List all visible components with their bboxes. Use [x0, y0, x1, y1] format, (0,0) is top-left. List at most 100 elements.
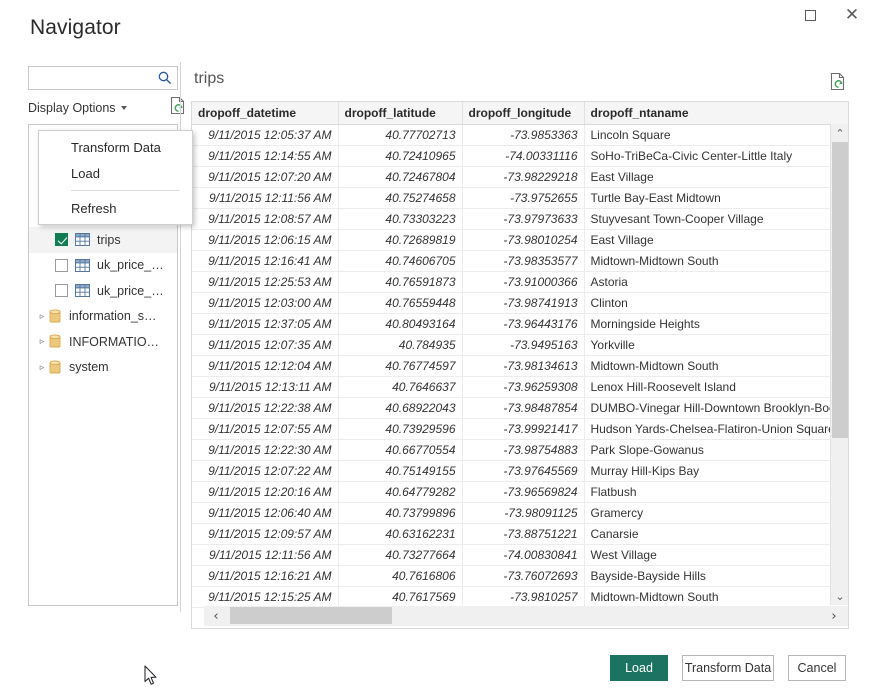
grid-vertical-scrollbar[interactable]: ⌃ ⌄ [830, 124, 848, 605]
preview-grid[interactable]: dropoff_datetime dropoff_latitude dropof… [191, 101, 849, 629]
table-row[interactable]: 9/11/2015 12:11:56 AM40.73277664-74.0083… [192, 545, 849, 566]
cell-dropoff-datetime: 9/11/2015 12:11:56 AM [192, 188, 338, 209]
table-row[interactable]: 9/11/2015 12:09:57 AM40.63162231-73.8875… [192, 524, 849, 545]
cell-dropoff-datetime: 9/11/2015 12:07:55 AM [192, 419, 338, 440]
scroll-up-icon[interactable]: ⌃ [831, 124, 849, 142]
cell-dropoff-datetime: 9/11/2015 12:07:35 AM [192, 335, 338, 356]
cell-dropoff-datetime: 9/11/2015 12:06:15 AM [192, 230, 338, 251]
tree-row[interactable]: uk_price_… [29, 253, 177, 279]
table-row[interactable]: 9/11/2015 12:12:04 AM40.76774597-73.9813… [192, 356, 849, 377]
refresh-preview-button[interactable] [169, 96, 187, 118]
table-header-row: dropoff_datetime dropoff_latitude dropof… [192, 102, 849, 125]
scroll-down-icon[interactable]: ⌄ [831, 587, 849, 605]
tree-row[interactable]: uk_price_… [29, 278, 177, 304]
refresh-preview-button[interactable] [829, 72, 847, 92]
expand-triangle-icon[interactable]: ▹ [35, 336, 49, 347]
table-row[interactable]: 9/11/2015 12:07:22 AM40.75149155-73.9764… [192, 461, 849, 482]
cell-dropoff-ntaname: Park Slope-Gowanus [584, 440, 849, 461]
table-row[interactable]: 9/11/2015 12:22:30 AM40.66770554-73.9875… [192, 440, 849, 461]
cell-dropoff-latitude: 40.72410965 [338, 146, 462, 167]
table-row[interactable]: 9/11/2015 12:14:55 AM40.72410965-74.0033… [192, 146, 849, 167]
grid-horizontal-scrollbar[interactable]: ‹ › [204, 606, 848, 626]
column-header-dropoff-latitude[interactable]: dropoff_latitude [338, 102, 462, 125]
cell-dropoff-datetime: 9/11/2015 12:25:53 AM [192, 272, 338, 293]
table-row[interactable]: 9/11/2015 12:15:25 AM40.7617569-73.98102… [192, 587, 849, 608]
column-header-dropoff-ntaname[interactable]: dropoff_ntaname [584, 102, 849, 125]
expand-triangle-icon[interactable]: ▹ [35, 311, 49, 322]
cell-dropoff-ntaname: West Village [584, 545, 849, 566]
table-row[interactable]: 9/11/2015 12:06:15 AM40.72689819-73.9801… [192, 230, 849, 251]
scroll-left-icon[interactable]: ‹ [206, 606, 226, 626]
table-row[interactable]: 9/11/2015 12:07:35 AM40.784935-73.949516… [192, 335, 849, 356]
cell-dropoff-longitude: -73.9495163 [462, 335, 584, 356]
cell-dropoff-longitude: -73.98754883 [462, 440, 584, 461]
table-row[interactable]: 9/11/2015 12:03:00 AM40.76559448-73.9874… [192, 293, 849, 314]
table-row[interactable]: 9/11/2015 12:11:56 AM40.75274658-73.9752… [192, 188, 849, 209]
context-menu-item-refresh[interactable]: Refresh [39, 195, 192, 221]
context-menu-item-load[interactable]: Load [39, 160, 192, 186]
database-icon [49, 334, 61, 349]
table-row[interactable]: 9/11/2015 12:06:40 AM40.73799896-73.9809… [192, 503, 849, 524]
cell-dropoff-longitude: -73.98134613 [462, 356, 584, 377]
table-row[interactable]: 9/11/2015 12:07:55 AM40.73929596-73.9992… [192, 419, 849, 440]
close-icon: ✕ [845, 7, 859, 24]
cell-dropoff-ntaname: Midtown-Midtown South [584, 356, 849, 377]
tree-row-checkbox[interactable] [55, 233, 68, 246]
table-row[interactable]: 9/11/2015 12:08:57 AM40.73303223-73.9797… [192, 209, 849, 230]
table-row[interactable]: 9/11/2015 12:37:05 AM40.80493164-73.9644… [192, 314, 849, 335]
preview-table: dropoff_datetime dropoff_latitude dropof… [192, 102, 849, 608]
table-row[interactable]: 9/11/2015 12:20:16 AM40.64779282-73.9656… [192, 482, 849, 503]
maximize-button[interactable] [789, 0, 831, 30]
table-row[interactable]: 9/11/2015 12:16:21 AM40.7616806-73.76072… [192, 566, 849, 587]
table-row[interactable]: 9/11/2015 12:13:11 AM40.7646637-73.96259… [192, 377, 849, 398]
cell-dropoff-ntaname: Yorkville [584, 335, 849, 356]
context-menu-separator [71, 190, 180, 191]
column-header-dropoff-datetime[interactable]: dropoff_datetime [192, 102, 338, 125]
cell-dropoff-datetime: 9/11/2015 12:22:38 AM [192, 398, 338, 419]
table-row[interactable]: 9/11/2015 12:25:53 AM40.76591873-73.9100… [192, 272, 849, 293]
cell-dropoff-longitude: -73.97973633 [462, 209, 584, 230]
cell-dropoff-longitude: -73.9752655 [462, 188, 584, 209]
load-button[interactable]: Load [610, 655, 668, 681]
cell-dropoff-latitude: 40.77702713 [338, 125, 462, 146]
cell-dropoff-longitude: -74.00830841 [462, 545, 584, 566]
tree-row[interactable]: ▹ system [29, 355, 177, 381]
cell-dropoff-latitude: 40.63162231 [338, 524, 462, 545]
context-menu-item-transform-data[interactable]: Transform Data [39, 134, 192, 160]
cell-dropoff-ntaname: Midtown-Midtown South [584, 251, 849, 272]
search-box[interactable] [28, 66, 178, 90]
table-row[interactable]: 9/11/2015 12:05:37 AM40.77702713-73.9853… [192, 125, 849, 146]
table-row[interactable]: 9/11/2015 12:07:20 AM40.72467804-73.9822… [192, 167, 849, 188]
scroll-right-icon[interactable]: › [824, 606, 844, 626]
tree-row[interactable]: ▹ INFORMATIO… [29, 329, 177, 355]
table-row[interactable]: 9/11/2015 12:22:38 AM40.68922043-73.9848… [192, 398, 849, 419]
database-icon [49, 309, 61, 324]
cell-dropoff-datetime: 9/11/2015 12:14:55 AM [192, 146, 338, 167]
table-row[interactable]: 9/11/2015 12:16:41 AM40.74606705-73.9835… [192, 251, 849, 272]
cell-dropoff-longitude: -73.9853363 [462, 125, 584, 146]
cell-dropoff-longitude: -73.91000366 [462, 272, 584, 293]
close-button[interactable]: ✕ [831, 0, 873, 30]
cancel-button[interactable]: Cancel [788, 655, 846, 681]
transform-data-button[interactable]: Transform Data [682, 655, 774, 681]
context-menu[interactable]: Transform Data Load Refresh [38, 130, 193, 225]
tree-row[interactable]: ▹ information_s… [29, 304, 177, 330]
dialog-footer: Load Transform Data Cancel [0, 655, 873, 681]
tree-row-trips[interactable]: trips [29, 227, 177, 253]
cell-dropoff-datetime: 9/11/2015 12:05:37 AM [192, 125, 338, 146]
search-input[interactable] [34, 67, 152, 89]
display-options-dropdown[interactable]: Display Options [28, 98, 127, 118]
cell-dropoff-datetime: 9/11/2015 12:08:57 AM [192, 209, 338, 230]
navigator-dialog: ✕ Navigator Display Options [0, 0, 873, 691]
cell-dropoff-datetime: 9/11/2015 12:03:00 AM [192, 293, 338, 314]
horizontal-scroll-thumb[interactable] [230, 607, 392, 624]
maximize-icon [805, 10, 816, 21]
vertical-scroll-thumb[interactable] [832, 142, 848, 438]
tree-row-checkbox[interactable] [55, 259, 68, 272]
cell-dropoff-ntaname: SoHo-TriBeCa-Civic Center-Little Italy [584, 146, 849, 167]
tree-row-checkbox[interactable] [55, 284, 68, 297]
column-header-dropoff-longitude[interactable]: dropoff_longitude [462, 102, 584, 125]
expand-triangle-icon[interactable]: ▹ [35, 362, 49, 373]
cell-dropoff-longitude: -73.98091125 [462, 503, 584, 524]
cell-dropoff-latitude: 40.7646637 [338, 377, 462, 398]
